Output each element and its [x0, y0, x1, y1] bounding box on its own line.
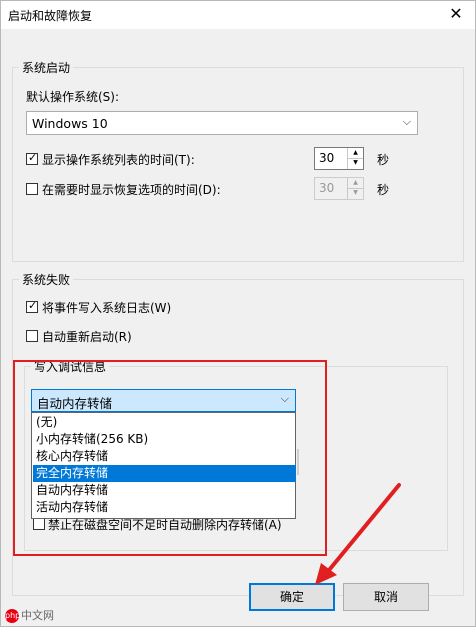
stepper-buttons: ▲ ▼ — [347, 148, 363, 169]
startup-recovery-dialog: 启动和故障恢复 ✕ 系统启动 默认操作系统(S): Windows 10 ⌵ ✓… — [0, 0, 476, 627]
window-title: 启动和故障恢复 — [8, 9, 93, 23]
show-os-list-label: 显示操作系统列表的时间(T): — [42, 153, 195, 167]
recovery-time-stepper[interactable]: 30 ▲ ▼ — [314, 177, 364, 200]
php-logo-icon: php — [5, 609, 20, 623]
show-recovery-label: 在需要时显示恢复选项的时间(D): — [42, 183, 221, 197]
show-os-list-checkbox[interactable]: ✓ — [26, 151, 38, 165]
watermark: php中文网 — [5, 607, 54, 623]
close-icon[interactable]: ✕ — [447, 5, 465, 23]
show-recovery-checkbox[interactable] — [26, 183, 38, 195]
stepper-down-icon[interactable]: ▼ — [348, 158, 363, 168]
default-os-select[interactable]: Windows 10 ⌵ — [26, 111, 418, 135]
stepper-down-icon[interactable]: ▼ — [348, 188, 363, 198]
write-event-label: 将事件写入系统日志(W) — [42, 301, 172, 315]
os-list-unit: 秒 — [377, 153, 390, 167]
watermark-text: 中文网 — [21, 609, 54, 622]
auto-restart-label: 自动重新启动(R) — [42, 330, 132, 344]
checkmark-icon: ✓ — [28, 299, 38, 312]
os-list-time-value: 30 — [319, 151, 335, 165]
default-os-value: Windows 10 — [32, 116, 108, 131]
checkmark-icon: ✓ — [28, 151, 38, 164]
annotation-highlight-box — [13, 360, 327, 556]
chevron-down-icon: ⌵ — [402, 115, 411, 128]
recovery-time-value: 30 — [319, 181, 335, 195]
write-event-checkbox[interactable]: ✓ — [26, 299, 38, 313]
default-os-label: 默认操作系统(S): — [26, 90, 120, 104]
stepper-buttons: ▲ ▼ — [347, 178, 363, 199]
title-bar: 启动和故障恢复 ✕ — [1, 1, 475, 29]
recovery-unit: 秒 — [377, 183, 390, 197]
auto-restart-checkbox[interactable] — [26, 330, 38, 342]
system-failure-label: 系统失败 — [19, 271, 74, 288]
system-startup-label: 系统启动 — [19, 59, 74, 76]
annotation-arrow — [315, 483, 401, 585]
os-list-time-stepper[interactable]: 30 ▲ ▼ — [314, 147, 364, 170]
